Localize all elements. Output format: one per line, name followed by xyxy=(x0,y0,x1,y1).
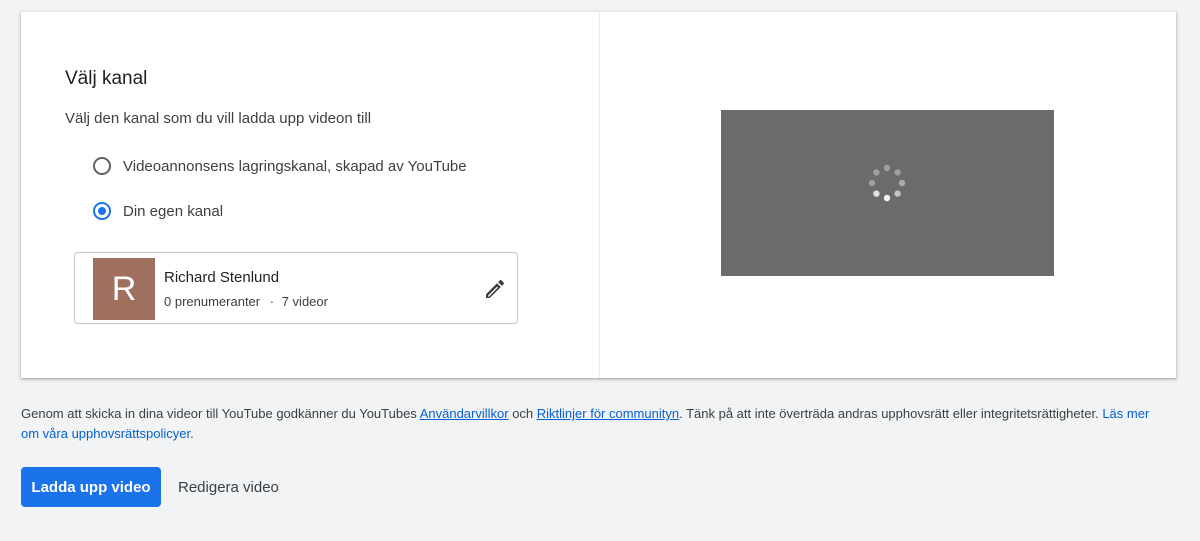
terms-text: . xyxy=(190,426,194,441)
radio-unchecked-icon[interactable] xyxy=(93,157,111,175)
terms-notice: Genom att skicka in dina videor till You… xyxy=(21,404,1161,444)
upload-video-button[interactable]: Ladda upp video xyxy=(21,467,161,507)
channel-select-card: Välj kanal Välj den kanal som du vill la… xyxy=(21,12,1176,378)
loading-spinner-icon xyxy=(868,164,906,202)
terms-text: och xyxy=(508,406,537,421)
terms-of-service-link[interactable]: Användarvillkor xyxy=(420,406,509,421)
channel-meta: 0 prenumeranter · 7 videor xyxy=(164,294,328,309)
radio-option-label: Videoannonsens lagringskanal, skapad av … xyxy=(123,157,467,175)
radio-option-storage-channel[interactable]: Videoannonsens lagringskanal, skapad av … xyxy=(93,157,467,175)
terms-text: Genom att skicka in dina videor till You… xyxy=(21,406,420,421)
video-preview xyxy=(721,110,1054,276)
channel-info-box: R Richard Stenlund 0 prenumeranter · 7 v… xyxy=(74,252,518,324)
channel-name: Richard Stenlund xyxy=(164,269,280,286)
community-guidelines-link[interactable]: Riktlinjer för communityn xyxy=(537,406,679,421)
avatar: R xyxy=(93,258,155,320)
radio-option-label: Din egen kanal xyxy=(123,202,224,220)
channel-subscribers: 0 prenumeranter xyxy=(164,294,261,309)
edit-video-button[interactable]: Redigera video xyxy=(170,467,287,507)
channel-videos: 7 videor xyxy=(281,294,328,309)
card-title: Välj kanal xyxy=(65,68,148,89)
terms-text: . Tänk på att inte överträda andras upph… xyxy=(679,406,1103,421)
meta-separator: · xyxy=(269,294,275,309)
panel-divider xyxy=(599,12,600,378)
radio-checked-icon[interactable] xyxy=(93,202,111,220)
radio-option-own-channel[interactable]: Din egen kanal xyxy=(93,202,223,220)
pencil-icon[interactable] xyxy=(483,277,507,301)
card-subtitle: Välj den kanal som du vill ladda upp vid… xyxy=(65,110,372,127)
